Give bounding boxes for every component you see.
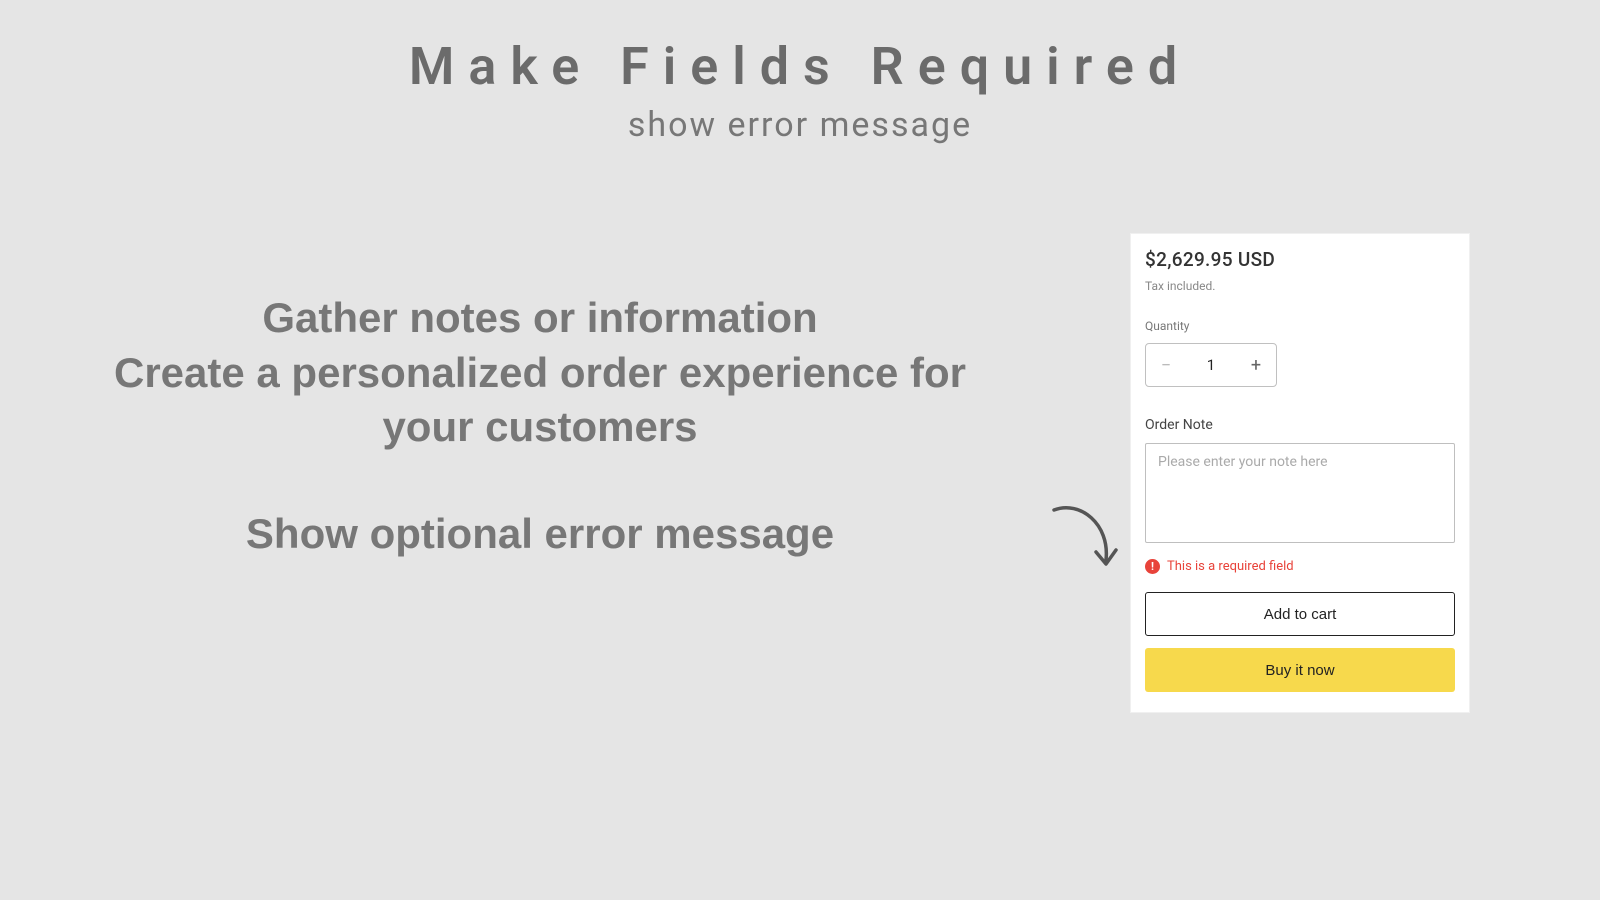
buy-now-button[interactable]: Buy it now <box>1145 648 1455 692</box>
quantity-increase-button[interactable]: + <box>1236 344 1276 386</box>
marketing-copy: Gather notes or information Create a per… <box>80 291 1000 561</box>
error-message-row: ! This is a required field <box>1145 559 1455 574</box>
marketing-line-2: Create a personalized order experience f… <box>80 346 1000 455</box>
tax-note: Tax included. <box>1145 279 1455 293</box>
page-title: Make Fields Required <box>0 36 1600 97</box>
quantity-stepper: − 1 + <box>1145 343 1277 387</box>
error-text: This is a required field <box>1167 559 1294 574</box>
product-price: $2,629.95 USD <box>1145 248 1455 271</box>
quantity-value: 1 <box>1186 356 1236 374</box>
add-to-cart-button[interactable]: Add to cart <box>1145 592 1455 636</box>
arrow-icon <box>1036 502 1126 582</box>
error-icon: ! <box>1145 559 1160 574</box>
marketing-line-3: Show optional error message <box>80 507 1000 562</box>
quantity-label: Quantity <box>1145 319 1455 333</box>
quantity-decrease-button[interactable]: − <box>1146 344 1186 386</box>
order-note-label: Order Note <box>1145 417 1455 433</box>
order-note-input[interactable] <box>1145 443 1455 543</box>
marketing-line-1: Gather notes or information <box>80 291 1000 346</box>
page-subtitle: show error message <box>0 105 1600 145</box>
product-card: $2,629.95 USD Tax included. Quantity − 1… <box>1130 233 1470 713</box>
